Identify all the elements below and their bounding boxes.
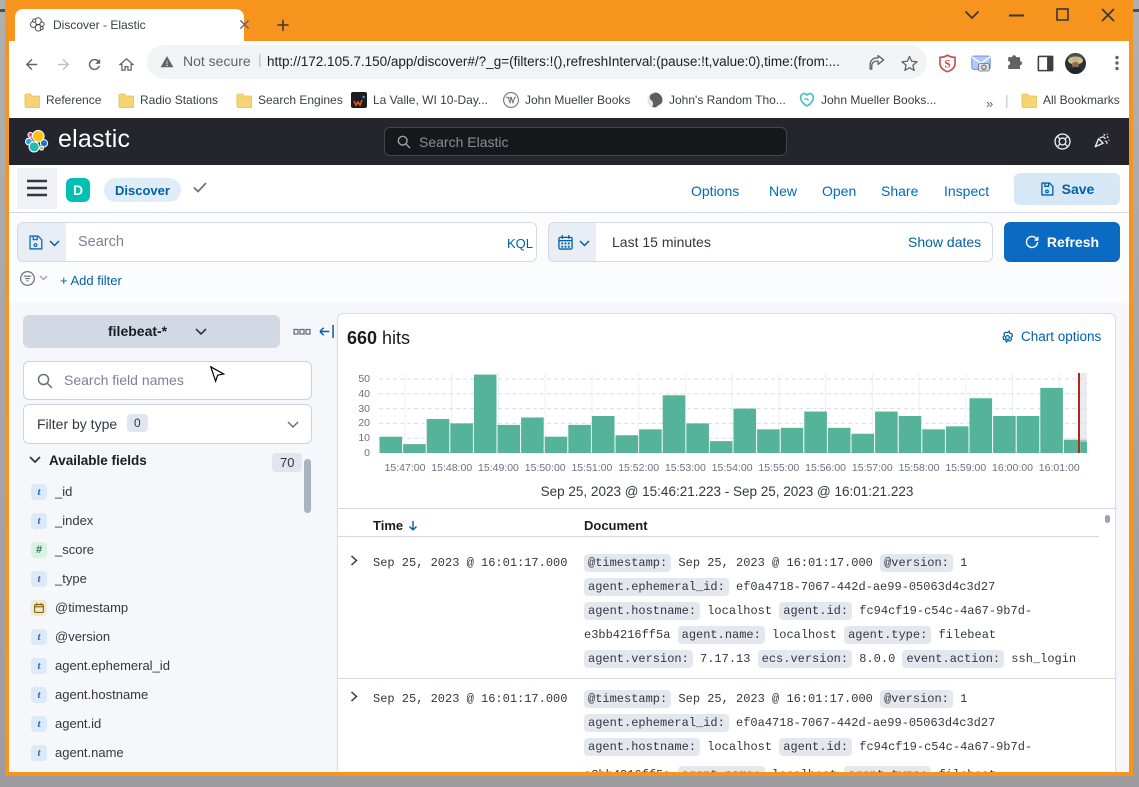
svg-text:S: S xyxy=(944,58,950,70)
